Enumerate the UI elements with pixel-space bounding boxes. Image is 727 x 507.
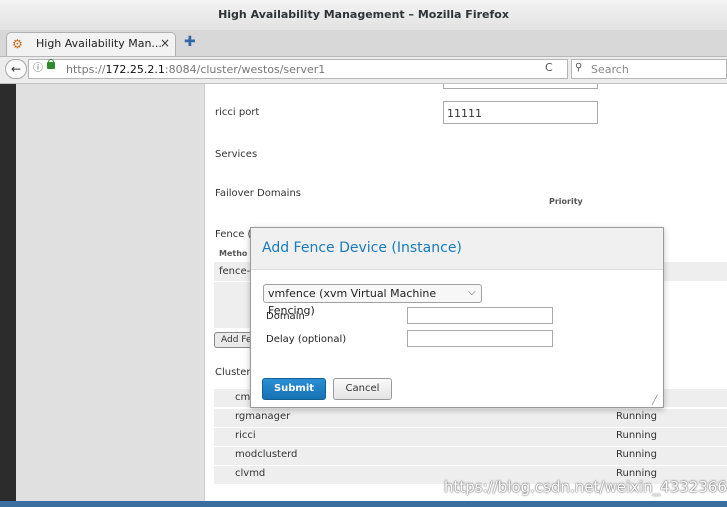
url-path: :8084/cluster/westos/server1 [164,63,326,76]
reload-icon[interactable]: C [545,61,553,75]
ricci-port-value: 11111 [447,107,482,120]
delay-label: Delay (optional) [266,334,347,345]
fence-section-label: Fence ( [215,229,252,240]
tab-close-icon[interactable]: × [160,36,170,50]
daemon-status: Running [616,411,657,422]
url-text[interactable]: https://172.25.2.1:8084/cluster/westos/s… [66,63,325,76]
services-label: Services [215,149,258,160]
submit-button[interactable]: Submit [262,378,326,400]
search-placeholder: Search [591,63,629,76]
domain-input[interactable] [407,307,553,324]
partial-input-field[interactable] [443,84,598,89]
url-host: 172.25.2.1 [105,63,165,76]
tab-title: High Availability Man... [36,37,162,50]
window-title-bar: High Availability Management – Mozilla F… [0,0,727,30]
daemon-name: ricci [235,430,256,441]
failover-domains-label: Failover Domains [215,188,302,199]
back-arrow-icon[interactable]: ← [5,59,27,79]
taskbar-strip [0,501,727,507]
search-icon: ⚲ [575,62,583,73]
cluster-daemons-label: Cluster [215,367,251,378]
dialog-title: Add Fence Device (Instance) [262,240,462,256]
delay-input[interactable] [407,330,553,347]
cancel-button[interactable]: Cancel [333,378,392,400]
left-dark-strip [0,84,16,501]
fence-method-name: fence- [219,266,251,277]
method-header: Metho [219,249,248,258]
fence-method-body [214,282,250,328]
domain-label: Domain [266,311,305,322]
chevron-down-icon: ⌵ [468,287,476,298]
daemon-name: rgmanager [235,411,291,422]
daemon-name: clvmd [235,468,266,479]
priority-header: Priority [549,197,583,206]
sidebar [16,84,205,501]
ricci-port-label: ricci port [215,107,260,118]
window-title: High Availability Management – Mozilla F… [218,8,509,21]
url-prefix: https:// [66,63,106,76]
daemon-status: Running [616,449,657,460]
daemon-status: Running [616,430,657,441]
daemon-name: cm [235,392,251,403]
resize-grip-icon[interactable]: ╱ [652,396,662,406]
info-icon[interactable]: ⓘ [33,63,43,75]
watermark: https://blog.csdn.net/weixin_43323669 [444,478,727,496]
daemon-name: modclusterd [235,449,298,460]
lock-icon[interactable] [47,62,55,69]
add-fence-method-button[interactable]: Add Fe [214,332,254,348]
firefox-tab-favicon-icon: ⚙ [12,37,23,51]
fence-device-select[interactable]: vmfence (xvm Virtual Machine Fencing) [263,284,482,317]
new-tab-plus-icon[interactable]: ✚ [184,35,196,49]
